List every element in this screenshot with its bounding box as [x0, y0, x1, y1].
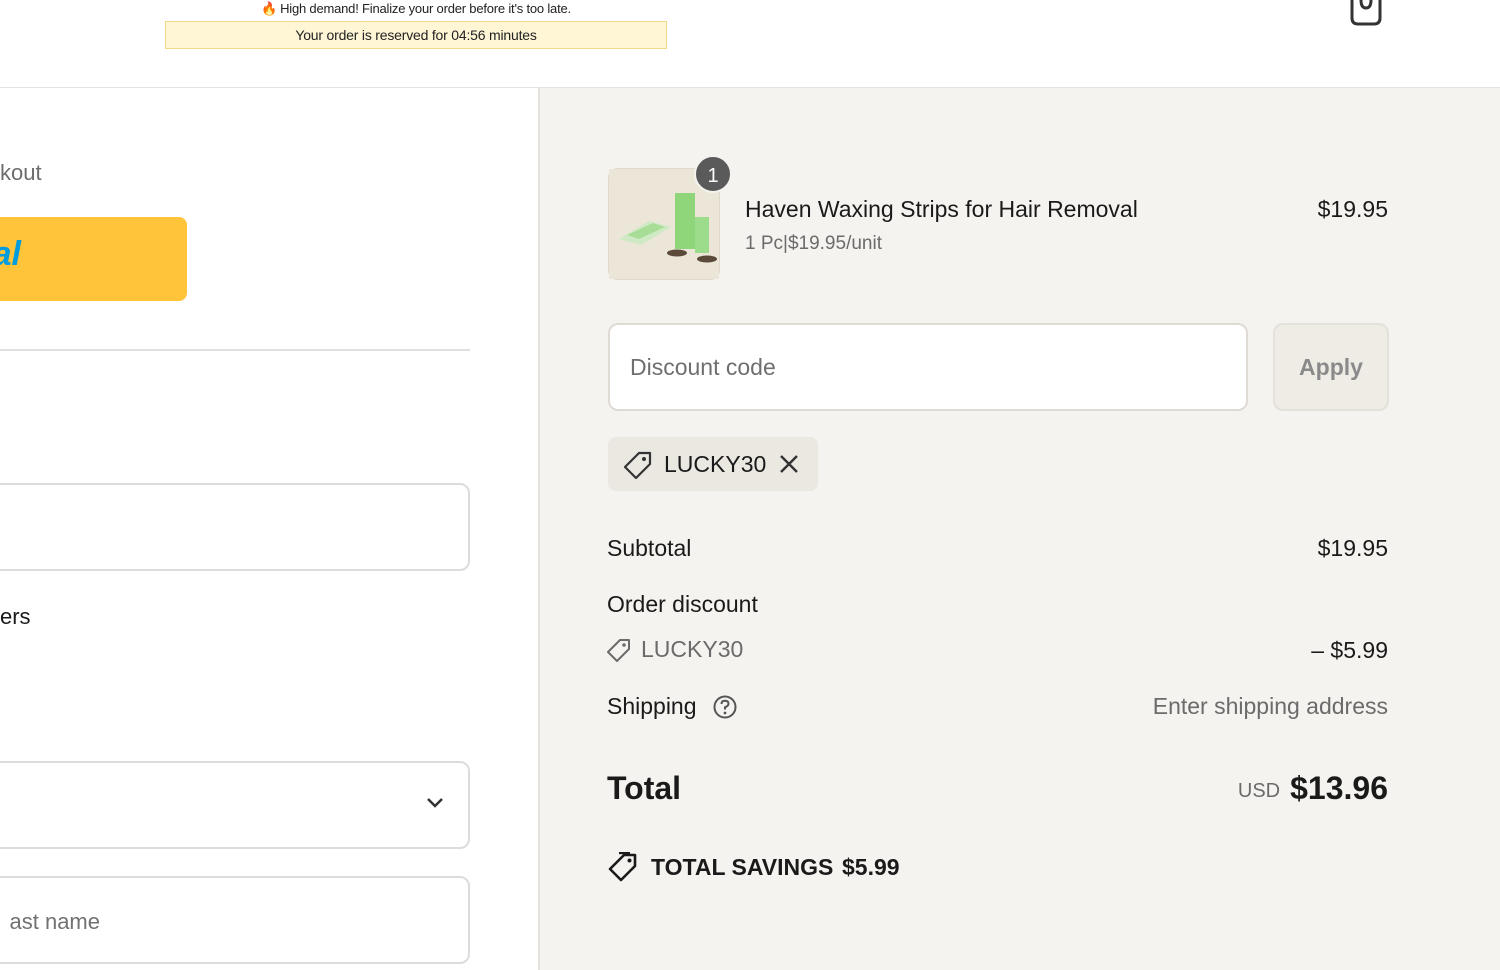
- express-checkout-label: kout: [0, 160, 42, 185]
- email-offers-label: ers: [0, 604, 31, 629]
- order-discount-label: Order discount: [607, 591, 758, 617]
- chevron-down-icon: [427, 798, 443, 808]
- product-price: $19.95: [1317, 196, 1388, 222]
- urgency-message: High demand! Finalize your order before …: [280, 1, 571, 16]
- total-amount: USD $13.96: [1238, 770, 1388, 807]
- total-label: Total: [607, 770, 682, 806]
- order-summary: 1 Haven Waxing Strips for Hair Removal 1…: [538, 88, 1500, 970]
- tag-icon: [607, 639, 630, 662]
- paypal-button[interactable]: al: [0, 217, 187, 301]
- shipping-label: Shipping: [607, 693, 697, 719]
- help-circle-icon[interactable]: [712, 694, 738, 720]
- last-name-field[interactable]: ast name: [0, 876, 470, 964]
- close-icon[interactable]: [778, 453, 800, 475]
- country-select[interactable]: [0, 761, 470, 849]
- savings-value: $5.99: [842, 854, 900, 880]
- apply-button[interactable]: Apply: [1273, 323, 1389, 411]
- paypal-logo: al: [0, 235, 21, 273]
- product-unit-price: 1 Pc|$19.95/unit: [745, 233, 882, 254]
- subtotal-label: Subtotal: [607, 535, 692, 561]
- discount-code-input[interactable]: [608, 323, 1248, 411]
- applied-coupon-chip: LUCKY30: [608, 437, 818, 491]
- divider: [0, 349, 470, 351]
- reservation-timer: Your order is reserved for 04:56 minutes: [165, 21, 667, 49]
- last-name-placeholder: ast name: [9, 909, 101, 934]
- tag-icon: [608, 852, 637, 882]
- shopping-bag-icon[interactable]: [1346, 0, 1386, 30]
- header: 🔥 High demand! Finalize your order before…: [0, 0, 1500, 88]
- fire-icon: 🔥: [261, 1, 278, 16]
- email-field[interactable]: [0, 483, 470, 571]
- product-name: Haven Waxing Strips for Hair Removal: [745, 196, 1138, 222]
- checkout-form: kout al ers ast name: [0, 88, 538, 970]
- shipping-value: Enter shipping address: [1152, 693, 1388, 719]
- discount-value: – $5.99: [1311, 637, 1388, 663]
- urgency-banner: 🔥 High demand! Finalize your order before…: [165, 0, 667, 20]
- subtotal-value: $19.95: [1317, 535, 1388, 561]
- coupon-code-label: LUCKY30: [664, 451, 767, 477]
- discount-code-text: LUCKY30: [641, 636, 744, 662]
- savings-label: TOTAL SAVINGS: [651, 854, 834, 880]
- quantity-badge: 1: [694, 155, 732, 193]
- tag-icon: [624, 451, 652, 479]
- total-value: $13.96: [1290, 770, 1388, 806]
- checkout-page: 🔥 High demand! Finalize your order before…: [0, 0, 1500, 970]
- currency-code: USD: [1237, 780, 1281, 802]
